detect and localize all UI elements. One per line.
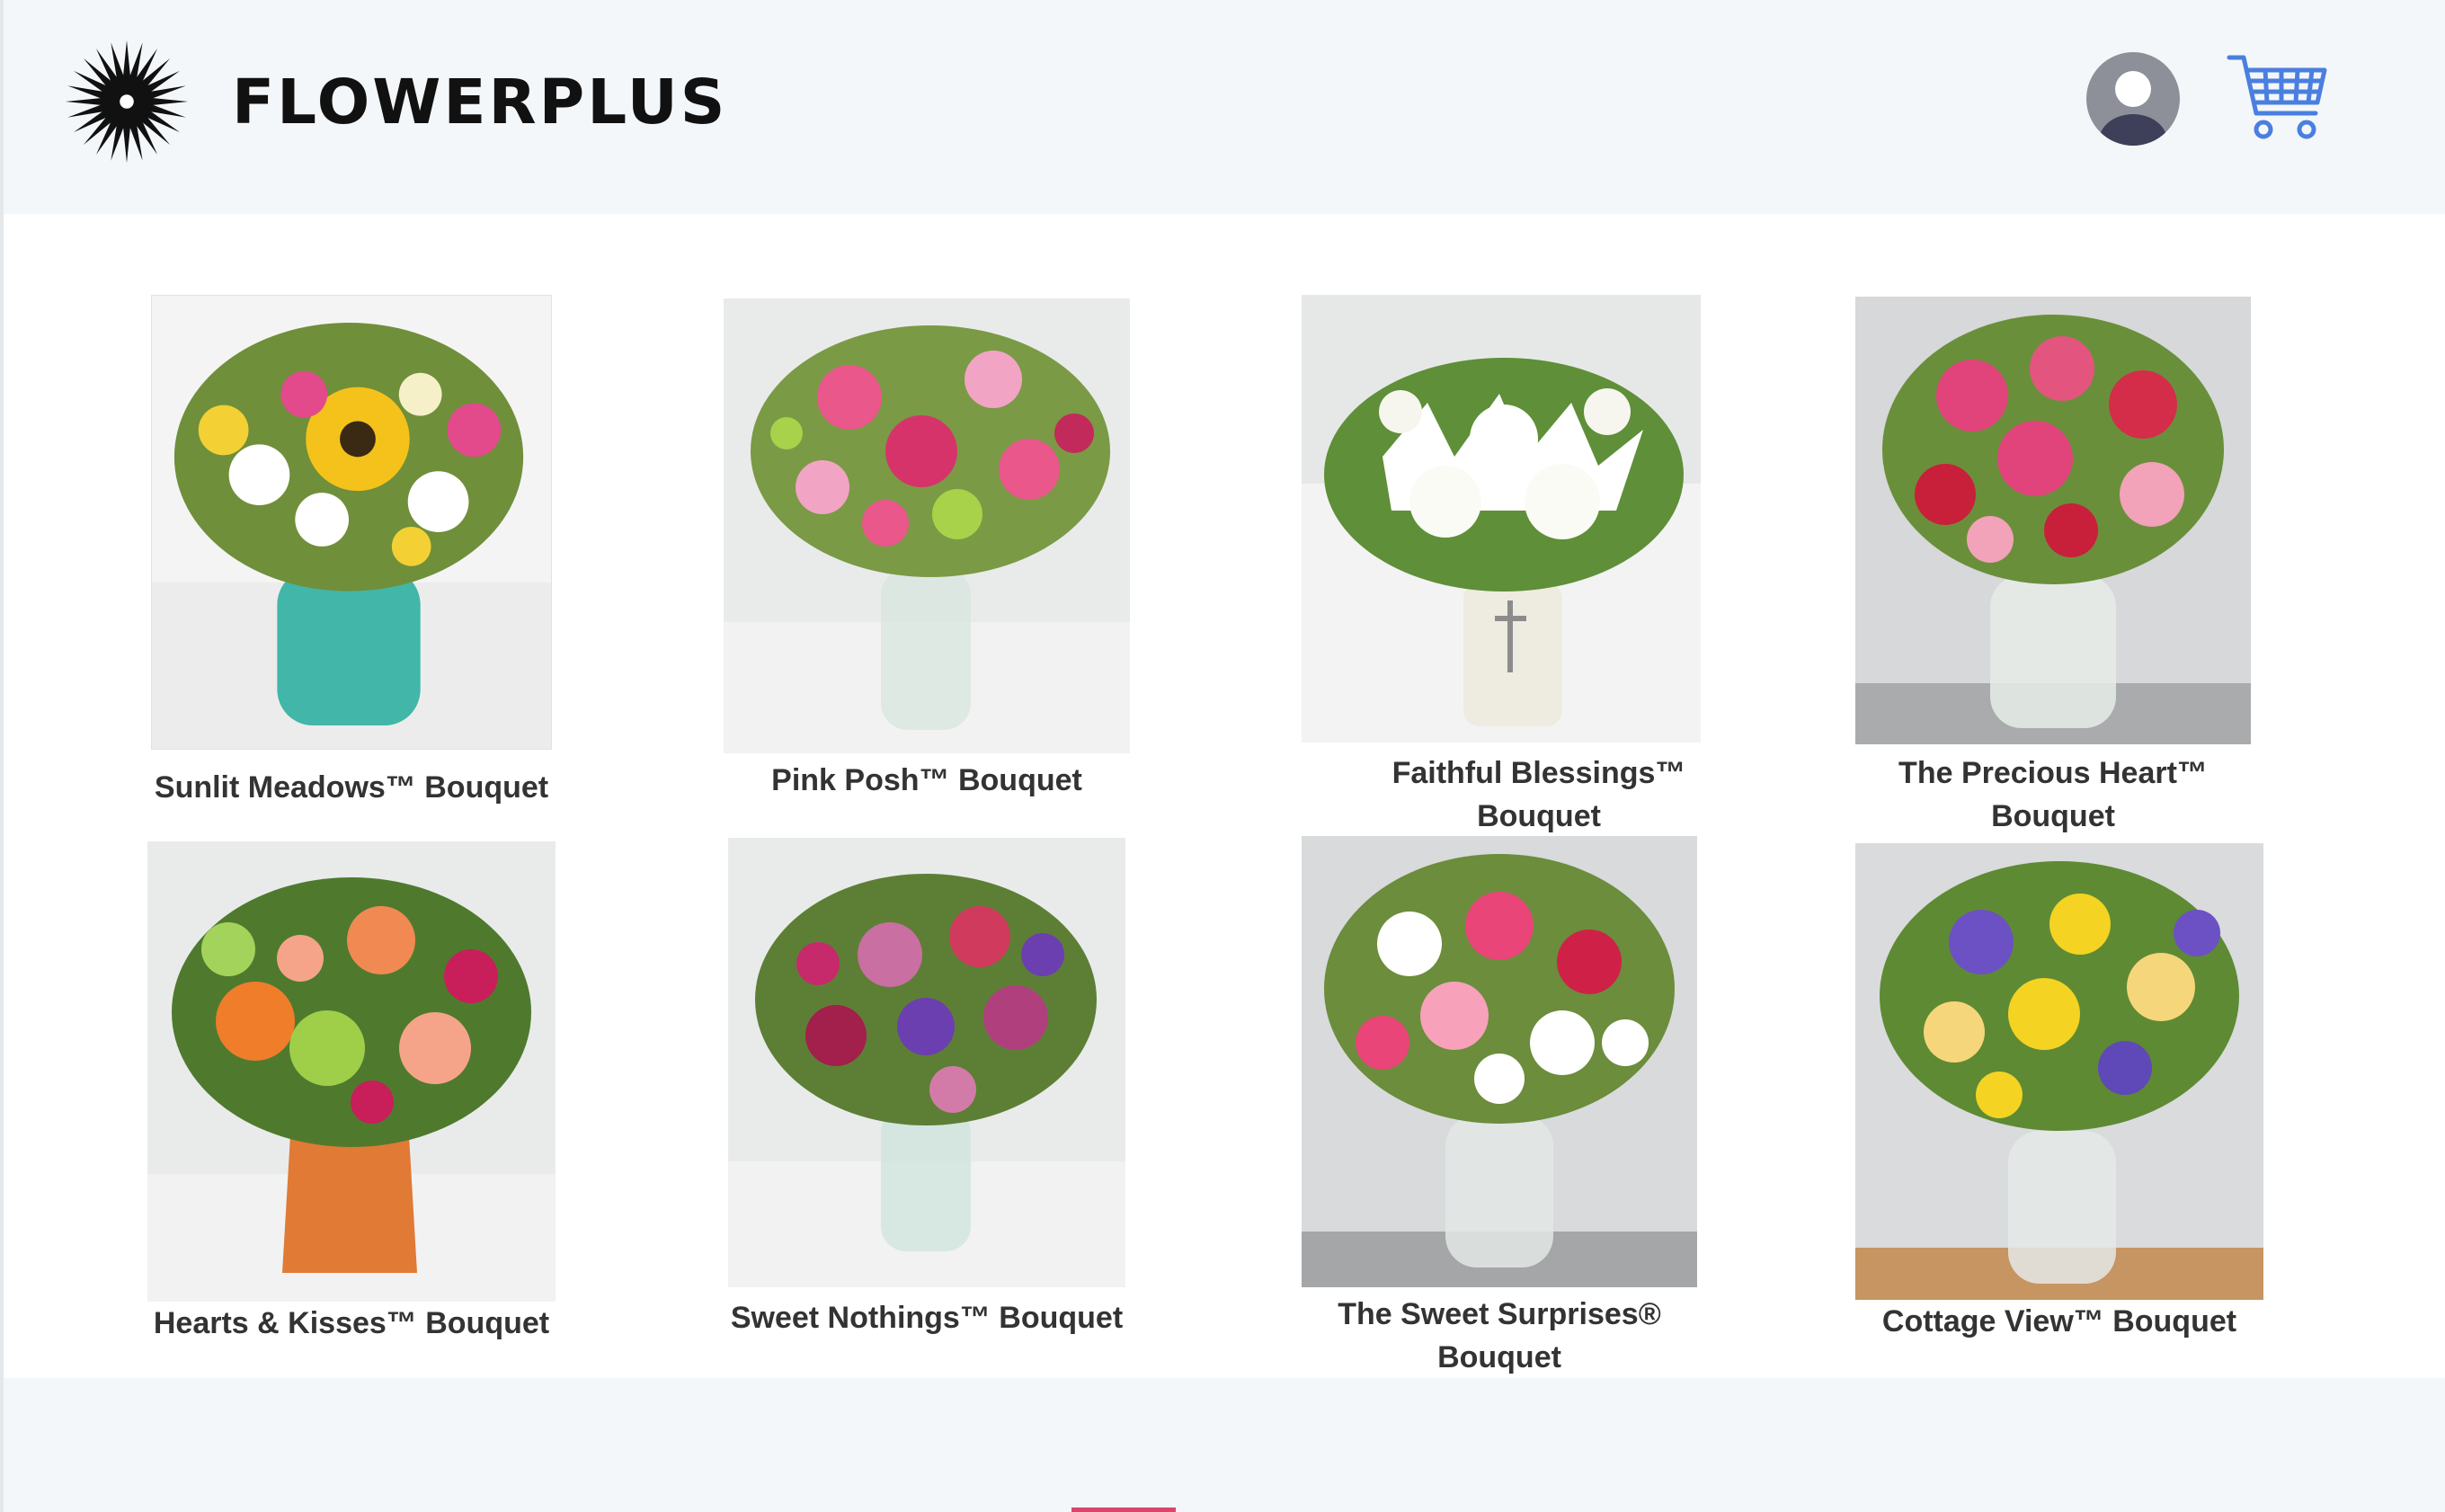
site-header: FLOWERPLUS	[4, 0, 2445, 214]
bouquet-photo	[1855, 315, 2251, 744]
product-name[interactable]: The Sweet Surprises® Bouquet	[1293, 1293, 1706, 1379]
product-name[interactable]: Pink Posh™ Bouquet	[724, 759, 1130, 802]
flower-logo-icon[interactable]	[56, 36, 198, 167]
product-name[interactable]: Hearts & Kisses™ Bouquet	[147, 1302, 556, 1345]
bouquet-photo	[728, 874, 1125, 1287]
site-footer	[4, 1378, 2445, 1512]
product-card[interactable]: The Sweet Surprises® Bouquet	[1302, 836, 1697, 1393]
user-avatar-icon[interactable]	[2085, 51, 2181, 147]
product-image[interactable]	[147, 841, 556, 1302]
product-image[interactable]	[151, 295, 552, 750]
bouquet-photo	[724, 325, 1130, 753]
product-image[interactable]	[1302, 295, 1701, 743]
product-image[interactable]	[1302, 836, 1697, 1287]
product-card[interactable]: Sunlit Meadows™ Bouquet	[151, 295, 552, 852]
product-card[interactable]: Hearts & Kisses™ Bouquet	[147, 841, 556, 1399]
bouquet-photo	[1302, 854, 1697, 1287]
product-image[interactable]	[1855, 297, 2251, 744]
product-card[interactable]: Faithful Blessings™ Bouquet	[1302, 295, 1701, 852]
scroll-indicator	[1071, 1508, 1176, 1512]
product-name[interactable]: Faithful Blessings™ Bouquet	[1339, 752, 1738, 838]
product-card[interactable]: Cottage View™ Bouquet	[1855, 843, 2263, 1401]
bouquet-photo	[1855, 861, 2263, 1300]
product-name[interactable]: The Precious Heart™ Bouquet	[1855, 752, 2251, 838]
product-image[interactable]	[724, 298, 1130, 753]
product-grid: Sunlit Meadows™ Bouquet Pink Posh™ Bouqu…	[0, 214, 2445, 1378]
bouquet-photo	[147, 877, 556, 1302]
product-name[interactable]: Cottage View™ Bouquet	[1855, 1300, 2263, 1343]
shopping-cart-icon[interactable]	[2226, 50, 2330, 147]
product-card[interactable]: The Precious Heart™ Bouquet	[1855, 297, 2251, 854]
bouquet-photo	[152, 323, 551, 749]
product-card[interactable]: Pink Posh™ Bouquet	[724, 298, 1130, 811]
product-card[interactable]: Sweet Nothings™ Bouquet	[728, 838, 1125, 1395]
brand-name[interactable]: FLOWERPLUS	[232, 67, 727, 138]
product-image[interactable]	[1855, 843, 2263, 1300]
bouquet-photo	[1302, 358, 1701, 743]
product-image[interactable]	[728, 838, 1125, 1287]
product-name[interactable]: Sunlit Meadows™ Bouquet	[151, 766, 552, 809]
product-name[interactable]: Sweet Nothings™ Bouquet	[728, 1296, 1125, 1339]
